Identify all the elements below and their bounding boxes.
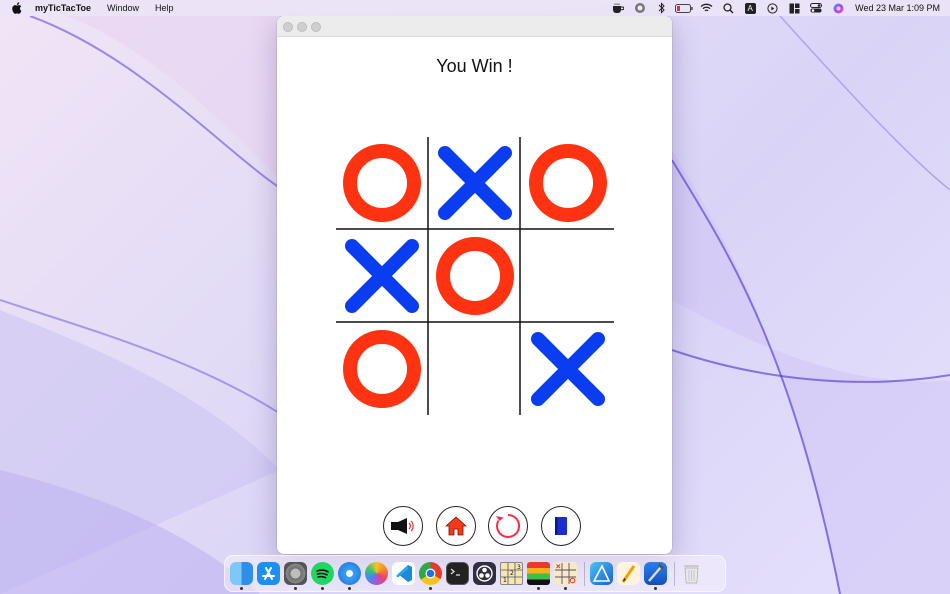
dock-photos-icon[interactable]	[365, 562, 388, 585]
board-cell-7[interactable]	[336, 323, 428, 415]
book-button[interactable]	[541, 506, 581, 546]
menu-window[interactable]: Window	[107, 3, 139, 13]
dock-vscode-icon[interactable]	[392, 562, 415, 585]
restart-icon	[496, 514, 520, 538]
dock-affinity-designer-icon[interactable]	[590, 562, 613, 585]
board-cell-5[interactable]	[429, 230, 521, 322]
dock-spotify-icon[interactable]	[311, 562, 334, 590]
dock-mytictactoe-icon[interactable]	[554, 562, 577, 590]
dock-terminal-icon[interactable]	[446, 562, 469, 585]
dock-chrome-icon[interactable]	[419, 562, 442, 590]
dock-xcode-icon[interactable]	[644, 562, 667, 590]
menu-help[interactable]: Help	[155, 3, 174, 13]
app-menu-name[interactable]: myTicTacToe	[35, 3, 91, 13]
home-icon	[445, 516, 467, 536]
speaker-icon	[391, 518, 414, 534]
board-cell-6[interactable]	[522, 230, 614, 322]
siri-icon[interactable]	[827, 0, 849, 16]
board-cell-9[interactable]	[522, 323, 614, 415]
dock-separator	[584, 561, 585, 586]
zoom-window-button[interactable]	[311, 22, 321, 32]
restart-button[interactable]	[488, 506, 528, 546]
o-mark	[343, 330, 421, 408]
input-source-letter: A	[744, 2, 756, 14]
input-source-icon[interactable]: A	[739, 0, 761, 16]
play-icon[interactable]	[761, 0, 783, 16]
home-button[interactable]	[436, 506, 476, 546]
sound-button[interactable]	[383, 506, 423, 546]
dock-obs-icon[interactable]	[473, 562, 496, 585]
x-mark	[531, 332, 605, 406]
book-icon	[555, 517, 567, 535]
layout-icon[interactable]	[783, 0, 805, 16]
board-cell-3[interactable]	[522, 137, 614, 229]
game-board	[336, 137, 614, 415]
o-mark	[343, 144, 421, 222]
battery-icon[interactable]	[673, 0, 695, 16]
game-status-text: You Win !	[436, 56, 513, 76]
status-area: A Wed 23 Mar 1:09 PM	[607, 0, 940, 16]
dock-finder-icon[interactable]	[230, 562, 253, 590]
close-window-button[interactable]	[283, 22, 293, 32]
dock-pixelmator-icon[interactable]	[617, 562, 640, 585]
dock-system-preferences-icon[interactable]	[284, 562, 307, 590]
menu-bar: myTicTacToe Window Help A Wed 23 Mar 1:0…	[0, 0, 950, 16]
control-center-icon[interactable]	[805, 0, 827, 16]
dock: 321	[224, 555, 726, 592]
game-window: You Win !	[277, 16, 672, 554]
focus-icon[interactable]	[629, 0, 651, 16]
svg-text:1: 1	[503, 577, 507, 584]
board-cell-1[interactable]	[336, 137, 428, 229]
window-titlebar[interactable]	[277, 16, 672, 37]
control-bar	[277, 506, 672, 548]
board-cell-8[interactable]	[429, 323, 521, 415]
dock-trash-icon[interactable]	[680, 562, 703, 585]
coffee-icon[interactable]	[607, 0, 629, 16]
bluetooth-icon[interactable]	[651, 0, 673, 16]
menubar-clock[interactable]: Wed 23 Mar 1:09 PM	[855, 3, 940, 13]
dock-separator-2	[674, 561, 675, 586]
board-cell-4[interactable]	[336, 230, 428, 322]
o-mark	[436, 237, 514, 315]
wifi-icon[interactable]	[695, 0, 717, 16]
minimize-window-button[interactable]	[297, 22, 307, 32]
dock-safari-icon[interactable]	[338, 562, 361, 590]
dock-app-store-icon[interactable]	[257, 562, 280, 585]
o-mark	[529, 144, 607, 222]
x-mark	[345, 239, 419, 313]
x-mark	[438, 146, 512, 220]
svg-text:3: 3	[517, 564, 521, 571]
apple-menu-icon[interactable]	[12, 2, 22, 14]
svg-text:2: 2	[510, 570, 514, 577]
dock-game-icon[interactable]	[527, 562, 550, 590]
search-icon[interactable]	[717, 0, 739, 16]
board-cell-2[interactable]	[429, 137, 521, 229]
dock-sudoku-icon[interactable]: 321	[500, 562, 523, 585]
